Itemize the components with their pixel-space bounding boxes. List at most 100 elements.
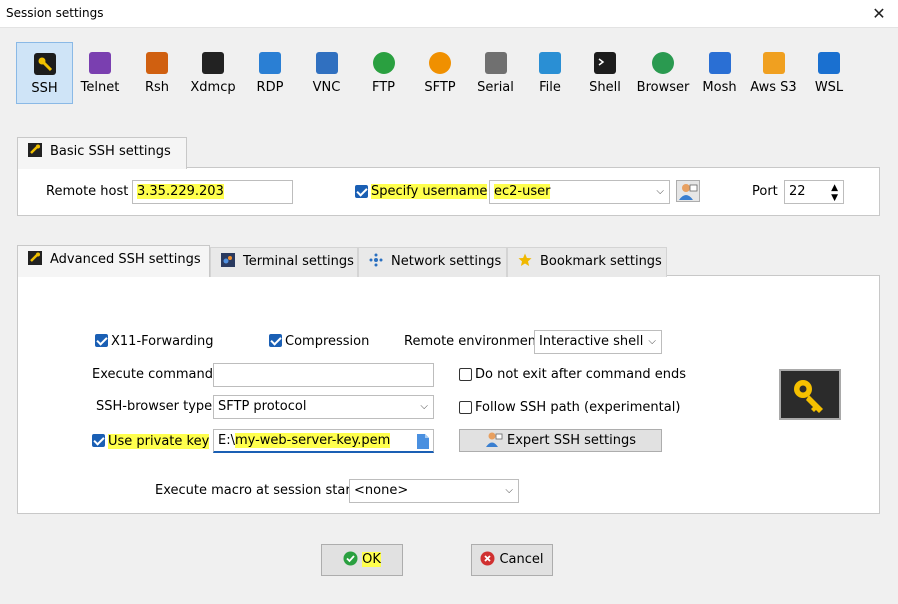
file-icon <box>539 52 561 74</box>
session-type-rdp[interactable]: RDP <box>242 42 298 104</box>
title-bar: Session settings ✕ <box>0 0 898 28</box>
use-private-key-checkbox[interactable] <box>92 434 105 447</box>
check-circle-icon <box>343 551 358 566</box>
private-key-file: my-web-server-key.pem <box>234 433 391 448</box>
browser-icon <box>652 52 674 74</box>
username-select[interactable]: ec2-user ⌵ <box>489 180 670 204</box>
user-icon <box>679 184 698 200</box>
username-value: ec2-user <box>494 184 551 199</box>
session-type-label: Shell <box>589 80 621 95</box>
remote-environment-label: Remote environment: <box>404 334 546 349</box>
session-type-serial[interactable]: Serial <box>468 42 523 104</box>
remote-host-label: Remote host * <box>46 184 139 199</box>
ssh-browser-type-value: SFTP protocol <box>218 399 307 414</box>
star-icon <box>518 250 532 266</box>
session-type-file[interactable]: File <box>523 42 577 104</box>
execute-macro-select[interactable]: <none> ⌵ <box>349 479 519 503</box>
expert-ssh-settings-button[interactable]: Expert SSH settings <box>459 429 662 452</box>
tab-label: Network settings <box>391 254 502 269</box>
session-type-label: WSL <box>814 80 844 95</box>
follow-ssh-path-label: Follow SSH path (experimental) <box>475 400 681 415</box>
session-type-browser[interactable]: Browser <box>633 42 693 104</box>
vnc-icon <box>315 52 338 74</box>
session-type-vnc[interactable]: VNC <box>298 42 355 104</box>
wrench-icon <box>28 140 42 157</box>
spinner-arrows-icon[interactable]: ▲ ▼ <box>831 181 838 203</box>
ssh-browser-type-select[interactable]: SFTP protocol ⌵ <box>213 395 434 419</box>
session-type-sftp[interactable]: SFTP <box>412 42 468 104</box>
x11-forwarding-label: X11-Forwarding <box>111 334 214 349</box>
session-type-label: SSH <box>31 81 58 96</box>
serial-icon <box>484 52 507 74</box>
mosh-icon <box>708 52 731 74</box>
key-icon <box>779 369 841 420</box>
no-exit-checkbox[interactable] <box>459 368 472 381</box>
compression-label: Compression <box>285 334 370 349</box>
session-type-label: RDP <box>256 80 284 95</box>
private-key-drive: E:\ <box>218 433 235 448</box>
specify-username-checkbox[interactable] <box>355 185 368 198</box>
rsh-icon <box>146 52 168 74</box>
wsl-icon <box>818 52 840 74</box>
shell-icon <box>594 52 616 74</box>
tab-label: Terminal settings <box>243 254 354 269</box>
execute-macro-label: Execute macro at session start: <box>155 483 361 498</box>
tab-terminal-settings[interactable]: Terminal settings <box>210 247 358 277</box>
tab-label: Advanced SSH settings <box>50 252 201 267</box>
chevron-down-icon: ⌵ <box>420 401 428 412</box>
telnet-icon <box>89 52 111 74</box>
tab-basic-ssh-settings[interactable]: Basic SSH settings <box>17 137 187 169</box>
session-type-mosh[interactable]: Mosh <box>693 42 746 104</box>
xdmcp-icon <box>202 52 224 74</box>
private-key-path-input[interactable]: E:\my-web-server-key.pem <box>213 429 434 453</box>
session-type-ftp[interactable]: FTP <box>355 42 412 104</box>
close-icon[interactable]: ✕ <box>868 3 890 25</box>
cancel-label: Cancel <box>499 552 544 567</box>
specify-username-label: Specify username <box>371 184 488 199</box>
remote-host-value: 3.35.229.203 <box>137 184 224 199</box>
ssh-browser-type-label: SSH-browser type: <box>96 399 217 414</box>
session-type-label: Aws S3 <box>750 80 797 95</box>
session-type-toolbar: SSH Telnet Rsh Xdmcp RDP VNC FTP SFTP Serial File… <box>16 42 856 104</box>
terminal-icon <box>221 250 235 267</box>
session-type-label: Xdmcp <box>190 80 236 95</box>
cancel-circle-icon <box>480 551 495 566</box>
ssh-key-icon <box>33 53 56 75</box>
session-type-label: VNC <box>312 80 341 95</box>
follow-ssh-path-checkbox[interactable] <box>459 401 472 414</box>
tab-network-settings[interactable]: Network settings <box>358 247 507 277</box>
session-type-shell[interactable]: Shell <box>577 42 633 104</box>
file-browse-icon[interactable] <box>417 434 429 451</box>
session-type-xdmcp[interactable]: Xdmcp <box>184 42 242 104</box>
remote-environment-value: Interactive shell <box>539 334 644 349</box>
user-icon <box>486 432 503 447</box>
wrench-icon <box>28 248 42 265</box>
use-private-key-label: Use private key <box>108 434 210 449</box>
execute-command-label: Execute command: <box>92 367 218 382</box>
tab-bookmark-settings[interactable]: Bookmark settings <box>507 247 667 277</box>
session-type-aws-s3[interactable]: Aws S3 <box>746 42 801 104</box>
tab-advanced-ssh-settings[interactable]: Advanced SSH settings <box>17 245 210 277</box>
remote-environment-select[interactable]: Interactive shell ⌵ <box>534 330 662 354</box>
no-exit-label: Do not exit after command ends <box>475 367 686 382</box>
ok-button[interactable]: OK <box>321 544 403 576</box>
port-spinner[interactable]: 22 ▲ ▼ <box>784 180 844 204</box>
compression-checkbox[interactable] <box>269 334 282 347</box>
aws-s3-icon <box>762 52 785 74</box>
chevron-down-icon: ⌵ <box>656 186 664 197</box>
remote-host-input[interactable]: 3.35.229.203 <box>132 180 293 204</box>
user-manager-button[interactable] <box>676 180 700 202</box>
session-type-rsh[interactable]: Rsh <box>130 42 184 104</box>
expert-ssh-settings-label: Expert SSH settings <box>507 433 636 448</box>
execute-command-input[interactable] <box>213 363 434 387</box>
port-value: 22 <box>789 184 806 199</box>
cancel-button[interactable]: Cancel <box>471 544 553 576</box>
session-type-label: SFTP <box>424 80 456 95</box>
x11-forwarding-checkbox[interactable] <box>95 334 108 347</box>
chevron-down-icon: ⌵ <box>648 336 656 347</box>
execute-macro-value: <none> <box>354 483 409 498</box>
sftp-icon <box>429 52 451 74</box>
session-type-telnet[interactable]: Telnet <box>72 42 128 104</box>
session-type-ssh[interactable]: SSH <box>16 42 73 104</box>
session-type-wsl[interactable]: WSL <box>801 42 857 104</box>
